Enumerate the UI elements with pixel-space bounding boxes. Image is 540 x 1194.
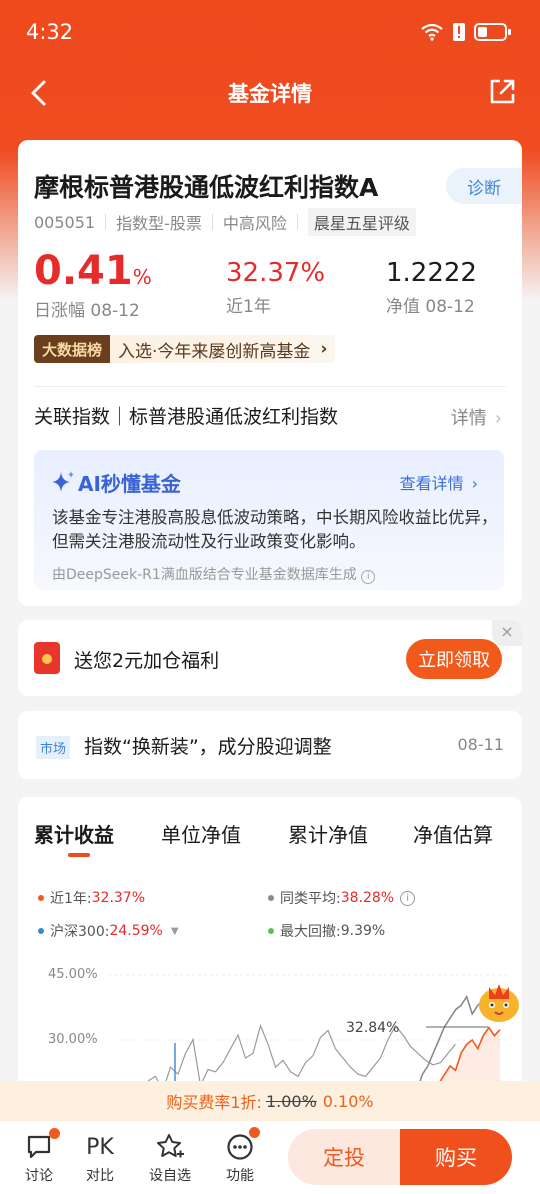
ai-body: 该基金专注港股高股息低波动策略，中长期风险收益比优异，但需关注港股流动性及行业政… bbox=[52, 508, 498, 551]
sparkle-icon bbox=[52, 471, 74, 492]
share-icon[interactable] bbox=[488, 78, 516, 106]
news-card[interactable]: 市场 指数“换新装”，成分股迎调整 08-11 bbox=[18, 711, 522, 779]
compare-button[interactable]: PK 对比 bbox=[75, 1131, 125, 1185]
nav-bar: 基金详情 bbox=[0, 66, 540, 120]
info-icon[interactable]: i bbox=[361, 570, 376, 584]
news-tag: 市场 bbox=[36, 736, 71, 759]
bigdata-banner[interactable]: 大数据榜 入选·今年来屡创新高基金 › bbox=[34, 334, 336, 364]
fund-summary-card: 摩根标普港股通低波红利指数A 诊断 005051 指数型-股票 中高风险 晨星五… bbox=[18, 140, 522, 606]
tag-divider bbox=[105, 214, 107, 230]
news-title: 指数“换新装”，成分股迎调整 bbox=[84, 736, 332, 758]
daily-change-value: 0.41 bbox=[34, 248, 133, 294]
red-envelope-icon bbox=[34, 642, 60, 674]
ai-source: 由DeepSeek-R1满血版结合专业基金数据库生成 i bbox=[52, 564, 376, 584]
fund-rating: 晨星五星评级 bbox=[307, 208, 416, 236]
claim-button[interactable]: 立即领取 bbox=[406, 639, 502, 679]
bigdata-badge: 大数据榜 bbox=[34, 335, 111, 363]
close-icon[interactable]: × bbox=[492, 620, 522, 646]
fee-prefix: 购买费率1折: bbox=[166, 1093, 262, 1112]
fee-new: 0.10% bbox=[322, 1091, 374, 1111]
divider bbox=[34, 386, 506, 387]
diagnose-button[interactable]: 诊断 bbox=[446, 168, 522, 204]
fund-tags: 005051 指数型-股票 中高风险 晨星五星评级 bbox=[34, 208, 416, 236]
fund-risk: 中高风险 bbox=[222, 214, 287, 233]
pk-icon: PK bbox=[86, 1134, 114, 1160]
status-icons bbox=[420, 22, 512, 42]
notification-dot bbox=[49, 1128, 60, 1139]
related-index[interactable]: 关联指数｜标普港股通低波红利指数 bbox=[34, 402, 338, 429]
page-title: 基金详情 bbox=[228, 82, 312, 106]
fee-bar: 购买费率1折: 1.00% 0.10% bbox=[0, 1081, 540, 1121]
battery-icon bbox=[474, 23, 511, 41]
function-button[interactable]: 功能 bbox=[215, 1127, 265, 1185]
daily-change-label: 日涨幅 08-12 bbox=[34, 301, 140, 321]
discuss-button[interactable]: 讨论 bbox=[14, 1128, 64, 1185]
nav-value: 1.2222 bbox=[386, 258, 477, 288]
fee-old: 1.00% bbox=[265, 1091, 317, 1111]
bigdata-text: 入选·今年来屡创新高基金 › bbox=[110, 335, 336, 363]
star-add-icon bbox=[157, 1134, 184, 1158]
chevron-right-icon: › bbox=[471, 474, 478, 493]
chat-bubble-icon bbox=[27, 1135, 51, 1159]
alert-icon bbox=[453, 23, 465, 41]
annotation-label: 32.84% bbox=[346, 1020, 399, 1036]
year-return-stat: 32.37% 近1年 bbox=[226, 258, 325, 317]
fund-name: 摩根标普港股通低波红利指数A bbox=[34, 173, 379, 202]
status-bar: 4:32 bbox=[0, 0, 540, 66]
fund-code: 005051 bbox=[34, 212, 96, 232]
news-date: 08-11 bbox=[457, 735, 505, 754]
chevron-right-icon: › bbox=[494, 408, 502, 429]
year-return-label: 近1年 bbox=[226, 297, 271, 317]
chevron-right-icon: › bbox=[320, 339, 328, 359]
wifi-icon bbox=[421, 23, 443, 41]
watchlist-button[interactable]: 设自选 bbox=[145, 1131, 195, 1185]
tag-divider bbox=[296, 214, 298, 230]
daily-change-unit: % bbox=[132, 265, 152, 289]
promo-text: 送您2元加仓福利 bbox=[74, 650, 220, 672]
nav-stat: 1.2222 净值 08-12 bbox=[386, 258, 477, 317]
bottom-action-bar: 讨论 PK 对比 设自选 功能 定投 购买 bbox=[0, 1121, 540, 1194]
buy-button[interactable]: 购买 bbox=[400, 1129, 512, 1185]
more-icon bbox=[227, 1134, 253, 1160]
related-detail-link[interactable]: 详情 › bbox=[451, 404, 502, 430]
promo-card: 送您2元加仓福利 立即领取 × bbox=[18, 620, 522, 696]
status-time: 4:32 bbox=[26, 20, 74, 44]
ai-title: AI秒懂基金 bbox=[78, 472, 181, 496]
tag-divider bbox=[211, 214, 213, 230]
daily-change-stat: 0.41% 日涨幅 08-12 bbox=[34, 248, 152, 321]
fund-type: 指数型-股票 bbox=[116, 214, 202, 233]
ai-more-link[interactable]: 查看详情 › bbox=[400, 470, 478, 494]
ai-summary-box[interactable]: AI秒懂基金 查看详情 › 该基金专注港股高股息低波动策略，中长期风险收益比优异，… bbox=[34, 450, 504, 590]
notification-dot bbox=[249, 1127, 260, 1138]
mascot-icon[interactable] bbox=[473, 975, 525, 1027]
year-return-value: 32.37% bbox=[226, 258, 326, 288]
auto-invest-button[interactable]: 定投 bbox=[288, 1129, 400, 1185]
nav-label: 净值 08-12 bbox=[386, 297, 475, 317]
